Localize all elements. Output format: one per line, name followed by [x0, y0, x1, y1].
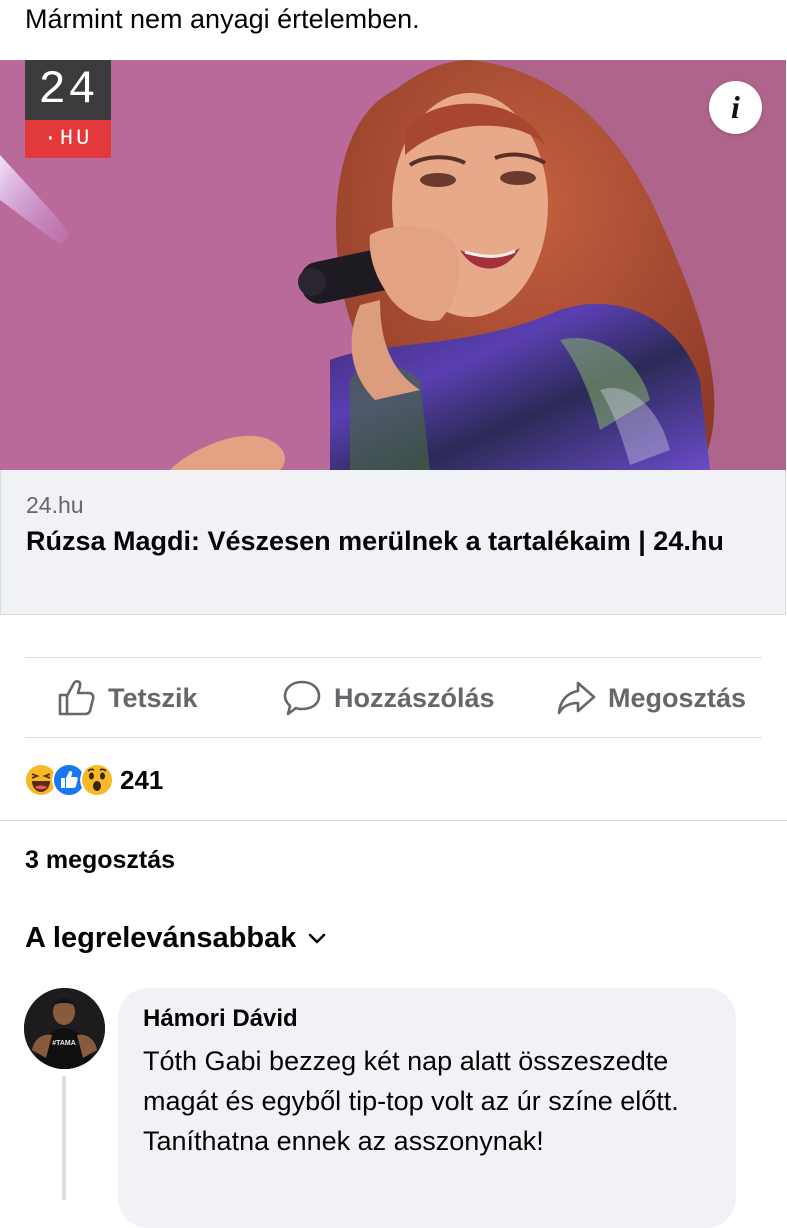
post-text: Mármint nem anyagi értelemben.	[25, 4, 420, 34]
post-actions-bar: Tetszik Hozzászólás Megosztás	[0, 659, 787, 737]
comment-sort-dropdown[interactable]: A legrelevánsabbak	[25, 922, 326, 955]
comment-bubble[interactable]: Hámori Dávid Tóth Gabi bezzeg két nap al…	[118, 988, 736, 1228]
reactions-summary[interactable]: 241	[24, 760, 163, 800]
link-preview-image[interactable]: 24 ·HU i	[0, 60, 786, 470]
actions-bottom-divider	[25, 737, 762, 738]
link-title[interactable]: Rúzsa Magdi: Vészesen merülnek a tartalé…	[26, 522, 756, 560]
comment-icon	[283, 680, 321, 716]
info-icon[interactable]: i	[709, 81, 762, 134]
like-label: Tetszik	[108, 682, 198, 713]
commenter-avatar[interactable]: #TAMA	[24, 988, 105, 1069]
avatar-shirt-text: #TAMA	[52, 1040, 76, 1047]
link-preview-card[interactable]: 24 ·HU i 24.hu Rúzsa Magdi: Vészesen mer…	[0, 60, 786, 615]
link-preview-meta[interactable]: 24.hu Rúzsa Magdi: Vészesen merülnek a t…	[0, 470, 786, 615]
wow-icon	[80, 763, 114, 797]
share-arrow-icon	[557, 681, 596, 715]
actions-top-divider	[25, 657, 762, 658]
chevron-down-icon	[309, 933, 326, 943]
comment-text: Tóth Gabi bezzeg két nap alatt összeszed…	[143, 1046, 679, 1156]
comment-author[interactable]: Hámori Dávid	[143, 1005, 298, 1033]
share-button[interactable]: Megosztás	[556, 659, 746, 737]
comment-label: Hozzászólás	[334, 682, 495, 713]
share-count[interactable]: 3 megosztás	[25, 846, 175, 875]
reaction-count: 241	[120, 764, 164, 795]
share-label: Megosztás	[608, 682, 747, 713]
thumbs-up-icon	[58, 680, 95, 716]
like-button[interactable]: Tetszik	[56, 659, 198, 737]
singer-photo	[0, 60, 786, 470]
section-divider	[0, 820, 787, 821]
comment-button[interactable]: Hozzászólás	[282, 659, 495, 737]
comment-thread-line	[62, 1076, 66, 1200]
link-domain: 24.hu	[26, 492, 84, 518]
comment-sort-label: A legrelevánsabbak	[25, 922, 297, 954]
24hu-logo: 24 ·HU	[25, 60, 111, 158]
